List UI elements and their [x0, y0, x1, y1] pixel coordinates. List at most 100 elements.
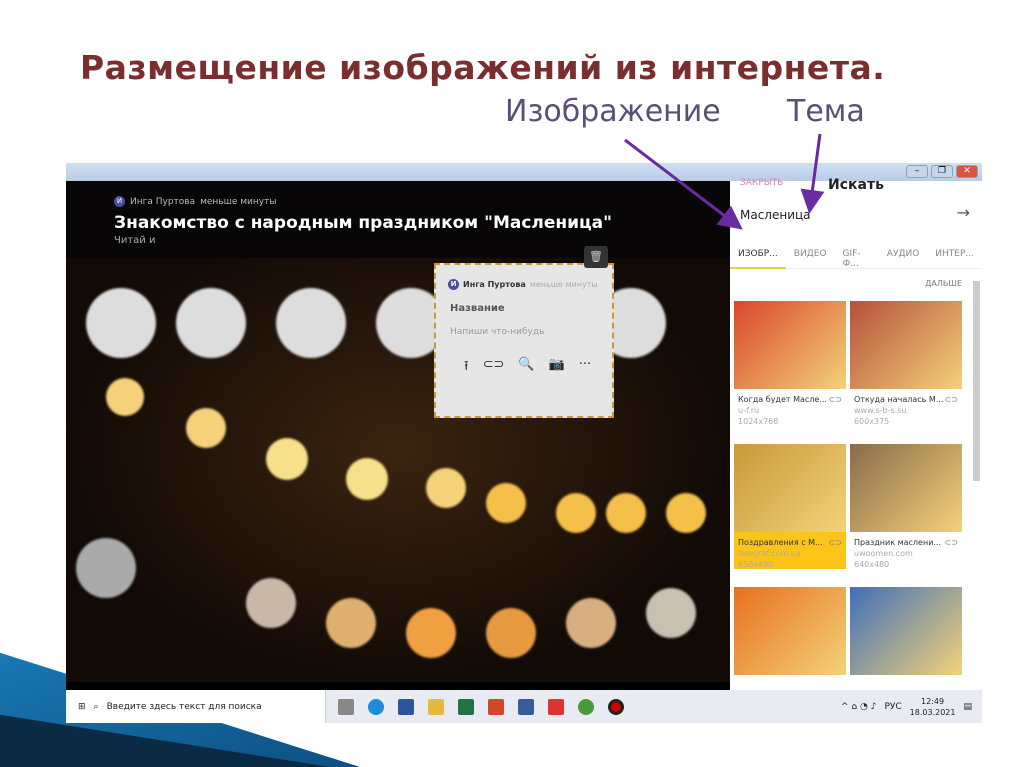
- bokeh-light: [266, 438, 308, 480]
- trash-icon[interactable]: 🗑: [584, 246, 608, 268]
- link-icon[interactable]: ⊂⊃: [829, 538, 842, 547]
- tab-gif[interactable]: GIF-Ф...: [835, 241, 879, 269]
- search-icon: ⌕: [93, 701, 99, 712]
- excel-icon[interactable]: [458, 698, 474, 715]
- link-icon[interactable]: ⊂⊃: [483, 357, 505, 379]
- bokeh-light: [186, 408, 226, 448]
- bokeh-light: [646, 588, 696, 638]
- save-app-icon[interactable]: [518, 698, 534, 715]
- bokeh-light: [406, 608, 456, 658]
- bokeh-light: [176, 288, 246, 358]
- result-title: Когда будет Масле... ⊂⊃: [738, 395, 842, 404]
- image-result[interactable]: Когда будет Масле... ⊂⊃ u-f.ru 1024x768: [734, 301, 846, 426]
- bokeh-light: [556, 493, 596, 533]
- post-title: Знакомство с народным праздником "Маслен…: [114, 213, 612, 233]
- post-subtitle: Читай и: [114, 235, 156, 246]
- yandex-icon[interactable]: [548, 698, 564, 715]
- tab-images[interactable]: ИЗОБР...: [730, 241, 786, 269]
- bokeh-light: [666, 493, 706, 533]
- image-result[interactable]: Откуда началась М... ⊂⊃ www.s-b-s.su 600x37…: [850, 301, 962, 426]
- taskbar-search[interactable]: Введите здесь текст для поиска: [107, 702, 262, 712]
- notifications-icon[interactable]: ▤: [963, 702, 972, 712]
- bokeh-light: [606, 493, 646, 533]
- image-result[interactable]: Праздник маслени... ⊂⊃ uwoomen.com 640x480: [850, 444, 962, 569]
- explorer-icon[interactable]: [428, 698, 444, 715]
- bokeh-light: [486, 608, 536, 658]
- bokeh-light: [76, 538, 136, 598]
- search-image-icon[interactable]: 🔍: [518, 357, 534, 379]
- windows-start-icon[interactable]: ⊞: [78, 702, 86, 712]
- edge-icon[interactable]: [368, 698, 384, 715]
- new-post-card: И Инга Пуртова меньше минуты Название Напи…: [434, 263, 614, 418]
- result-size: 640x480: [854, 560, 890, 569]
- result-thumbnail[interactable]: [850, 587, 962, 675]
- word-icon[interactable]: [398, 698, 414, 715]
- language[interactable]: РУС: [884, 702, 901, 712]
- minimize-button[interactable]: –: [906, 165, 928, 178]
- background-photo: [66, 258, 730, 682]
- restore-button[interactable]: ❐: [931, 165, 953, 178]
- search-panel: ЗАКРЫТЬ Искать Масленица → ИЗОБР... ВИДЕ…: [730, 177, 982, 690]
- bokeh-light: [566, 598, 616, 648]
- result-size: 600x375: [854, 417, 890, 426]
- author: Инга Пуртова: [463, 280, 526, 289]
- bokeh-light: [426, 468, 466, 508]
- image-result[interactable]: Поздравления с М... ⊂⊃ telegraf.com.ua 650x…: [734, 444, 846, 569]
- result-site: u-f.ru: [738, 406, 760, 415]
- label-topic: Тема: [787, 94, 865, 129]
- bokeh-light: [346, 458, 388, 500]
- close-window-button[interactable]: ✕: [956, 165, 978, 178]
- result-site: telegraf.com.ua: [738, 549, 801, 558]
- link-icon[interactable]: ⊂⊃: [945, 395, 958, 404]
- screenshot: – ❐ ✕ И Инга Пуртова меньше минуты Знакомс…: [66, 163, 982, 723]
- upload-icon[interactable]: ⭱: [464, 357, 469, 379]
- image-result[interactable]: [734, 587, 846, 675]
- avatar: И: [448, 279, 459, 290]
- bokeh-light: [326, 598, 376, 648]
- more-icon[interactable]: ···: [579, 357, 591, 379]
- avatar: И: [114, 196, 125, 207]
- author: Инга Пуртова: [130, 196, 196, 207]
- bokeh-light: [276, 288, 346, 358]
- result-thumbnail[interactable]: [850, 301, 962, 389]
- clock[interactable]: 12:49 18.03.2021: [910, 696, 956, 718]
- more-button[interactable]: ДАЛЬШЕ: [925, 279, 962, 288]
- result-thumbnail[interactable]: [734, 301, 846, 389]
- result-site: uwoomen.com: [854, 549, 913, 558]
- name-field[interactable]: Название: [450, 303, 505, 314]
- tray-icons[interactable]: ^ ⌂ ◔ ♪: [841, 702, 876, 712]
- result-thumbnail[interactable]: [734, 444, 846, 532]
- tab-internet[interactable]: ИНТЕР...: [927, 241, 982, 269]
- result-site: www.s-b-s.su: [854, 406, 907, 415]
- result-thumbnail[interactable]: [734, 587, 846, 675]
- arrow-right-icon[interactable]: →: [957, 203, 970, 222]
- result-size: 650x490: [738, 560, 774, 569]
- camera-icon[interactable]: 📷: [549, 357, 565, 379]
- powerpoint-icon[interactable]: [488, 698, 504, 715]
- result-title: Поздравления с М... ⊂⊃: [738, 538, 842, 547]
- search-input[interactable]: Масленица: [740, 208, 811, 222]
- result-thumbnail[interactable]: [850, 444, 962, 532]
- bokeh-light: [486, 483, 526, 523]
- link-icon[interactable]: ⊂⊃: [945, 538, 958, 547]
- taskbar: ⊞ ⌕ Введите здесь текст для поиска ^ ⌂ ◔ ♪…: [66, 690, 982, 723]
- chrome-icon[interactable]: [578, 698, 594, 715]
- tab-video[interactable]: ВИДЕО: [786, 241, 835, 269]
- text-field[interactable]: Напиши что-нибудь: [450, 327, 544, 337]
- scrollbar[interactable]: [973, 281, 980, 481]
- time: меньше минуты: [529, 280, 598, 289]
- time: меньше минуты: [200, 196, 277, 207]
- task-view-icon[interactable]: [338, 698, 354, 715]
- panel-title: Искать: [828, 177, 884, 193]
- record-icon[interactable]: [608, 698, 624, 715]
- result-title: Праздник маслени... ⊂⊃: [854, 538, 958, 547]
- link-icon[interactable]: ⊂⊃: [829, 395, 842, 404]
- post-header: И Инга Пуртова меньше минуты Знакомство с …: [66, 181, 730, 258]
- bokeh-light: [86, 288, 156, 358]
- bokeh-light: [246, 578, 296, 628]
- image-result[interactable]: [850, 587, 962, 675]
- close-button[interactable]: ЗАКРЫТЬ: [740, 178, 783, 188]
- result-size: 1024x768: [738, 417, 779, 426]
- tab-audio[interactable]: АУДИО: [879, 241, 928, 269]
- bokeh-light: [106, 378, 144, 416]
